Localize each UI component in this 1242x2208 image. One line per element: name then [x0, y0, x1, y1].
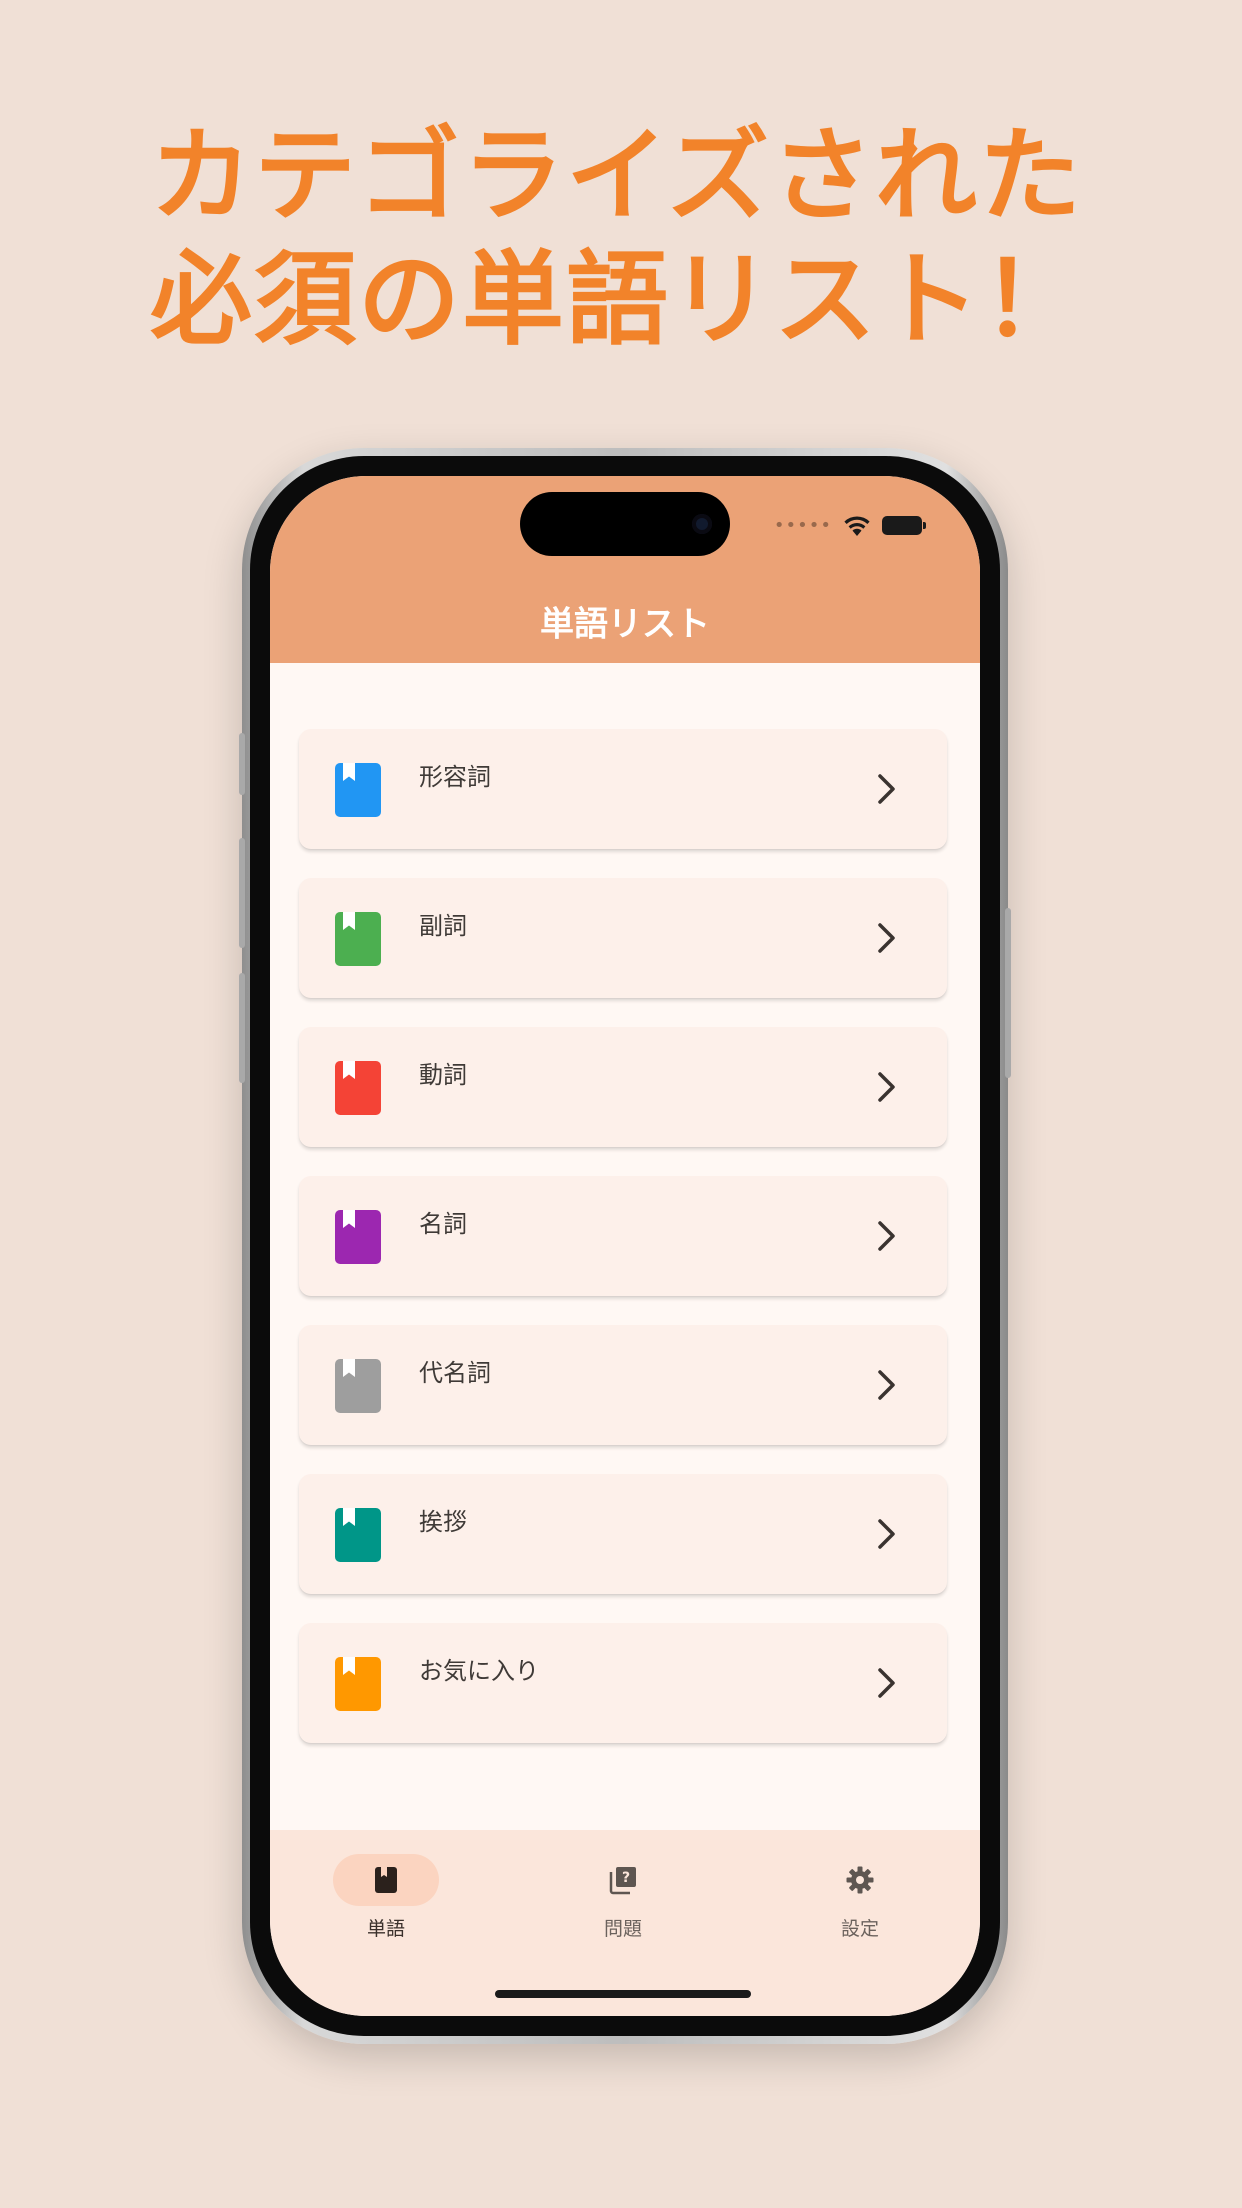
wifi-icon: [844, 516, 870, 536]
book-icon: [335, 1657, 381, 1711]
category-label: 挨拶: [419, 1508, 467, 1536]
battery-icon: [882, 515, 926, 535]
category-label: 形容詞: [419, 763, 491, 791]
book-icon: [335, 1061, 381, 1115]
chevron-right-icon: [878, 1072, 895, 1102]
tab-words[interactable]: 単語: [286, 1854, 486, 1941]
category-list: 形容詞 副詞 動詞 名詞 代名詞 挨拶 お気に入り: [270, 663, 980, 1830]
headline-line-2: 必須の単語リスト！: [150, 241, 1086, 360]
signal-icon: •••••: [773, 514, 832, 536]
chevron-right-icon: [878, 1668, 895, 1698]
volume-up-button: [239, 838, 245, 948]
tab-icon-container: [807, 1854, 913, 1906]
bottom-tab-bar: 単語 ? 問題 設定: [270, 1830, 980, 2016]
home-indicator: [495, 1990, 751, 1998]
chevron-right-icon: [878, 1519, 895, 1549]
book-icon: [335, 1359, 381, 1413]
book-icon: [375, 1867, 397, 1893]
dynamic-island: [520, 492, 730, 556]
chevron-right-icon: [878, 1370, 895, 1400]
category-item-pronoun[interactable]: 代名詞: [299, 1325, 947, 1445]
tab-label: 設定: [840, 1918, 879, 1940]
category-item-greeting[interactable]: 挨拶: [299, 1474, 947, 1594]
chevron-right-icon: [878, 774, 895, 804]
book-icon: [335, 912, 381, 966]
category-item-verb[interactable]: 動詞: [299, 1027, 947, 1147]
phone-mockup: ••••• 単語リスト 形容詞 副詞 動詞 名詞 代名詞 挨拶 お気に入り 単語…: [239, 448, 1011, 2044]
tab-label: 問題: [603, 1918, 642, 1940]
book-icon: [335, 763, 381, 817]
tab-quiz[interactable]: ? 問題: [523, 1854, 723, 1941]
app-bar: ••••• 単語リスト: [270, 476, 980, 663]
promo-headline: カテゴライズされた 必須の単語リスト！: [150, 115, 1160, 363]
quiz-icon: ?: [609, 1867, 636, 1895]
camera-icon: [692, 514, 712, 534]
category-label: 副詞: [419, 912, 467, 940]
gear-icon: [846, 1866, 874, 1894]
book-icon: [335, 1508, 381, 1562]
tab-label: 単語: [366, 1918, 405, 1940]
phone-bezel: ••••• 単語リスト 形容詞 副詞 動詞 名詞 代名詞 挨拶 お気に入り 単語…: [250, 456, 1000, 2036]
category-label: 動詞: [419, 1061, 467, 1089]
headline-line-1: カテゴライズされた: [150, 117, 1083, 236]
page-title: 単語リスト: [540, 604, 710, 645]
chevron-right-icon: [878, 923, 895, 953]
category-label: 名詞: [419, 1210, 467, 1238]
tab-settings[interactable]: 設定: [760, 1854, 960, 1941]
volume-down-button: [239, 973, 245, 1083]
active-tab-indicator: [333, 1854, 439, 1906]
book-icon: [335, 1210, 381, 1264]
power-button: [1005, 908, 1011, 1078]
mute-switch: [239, 733, 245, 795]
svg-text:?: ?: [622, 1870, 630, 1886]
category-label: お気に入り: [419, 1657, 539, 1685]
category-item-adjective[interactable]: 形容詞: [299, 729, 947, 849]
category-item-adverb[interactable]: 副詞: [299, 878, 947, 998]
category-item-noun[interactable]: 名詞: [299, 1176, 947, 1296]
category-item-favorites[interactable]: お気に入り: [299, 1623, 947, 1743]
status-bar: •••••: [773, 512, 926, 538]
category-label: 代名詞: [419, 1359, 491, 1387]
tab-icon-container: ?: [570, 1854, 676, 1906]
app-screen: ••••• 単語リスト 形容詞 副詞 動詞 名詞 代名詞 挨拶 お気に入り 単語…: [270, 476, 980, 2016]
chevron-right-icon: [878, 1221, 895, 1251]
